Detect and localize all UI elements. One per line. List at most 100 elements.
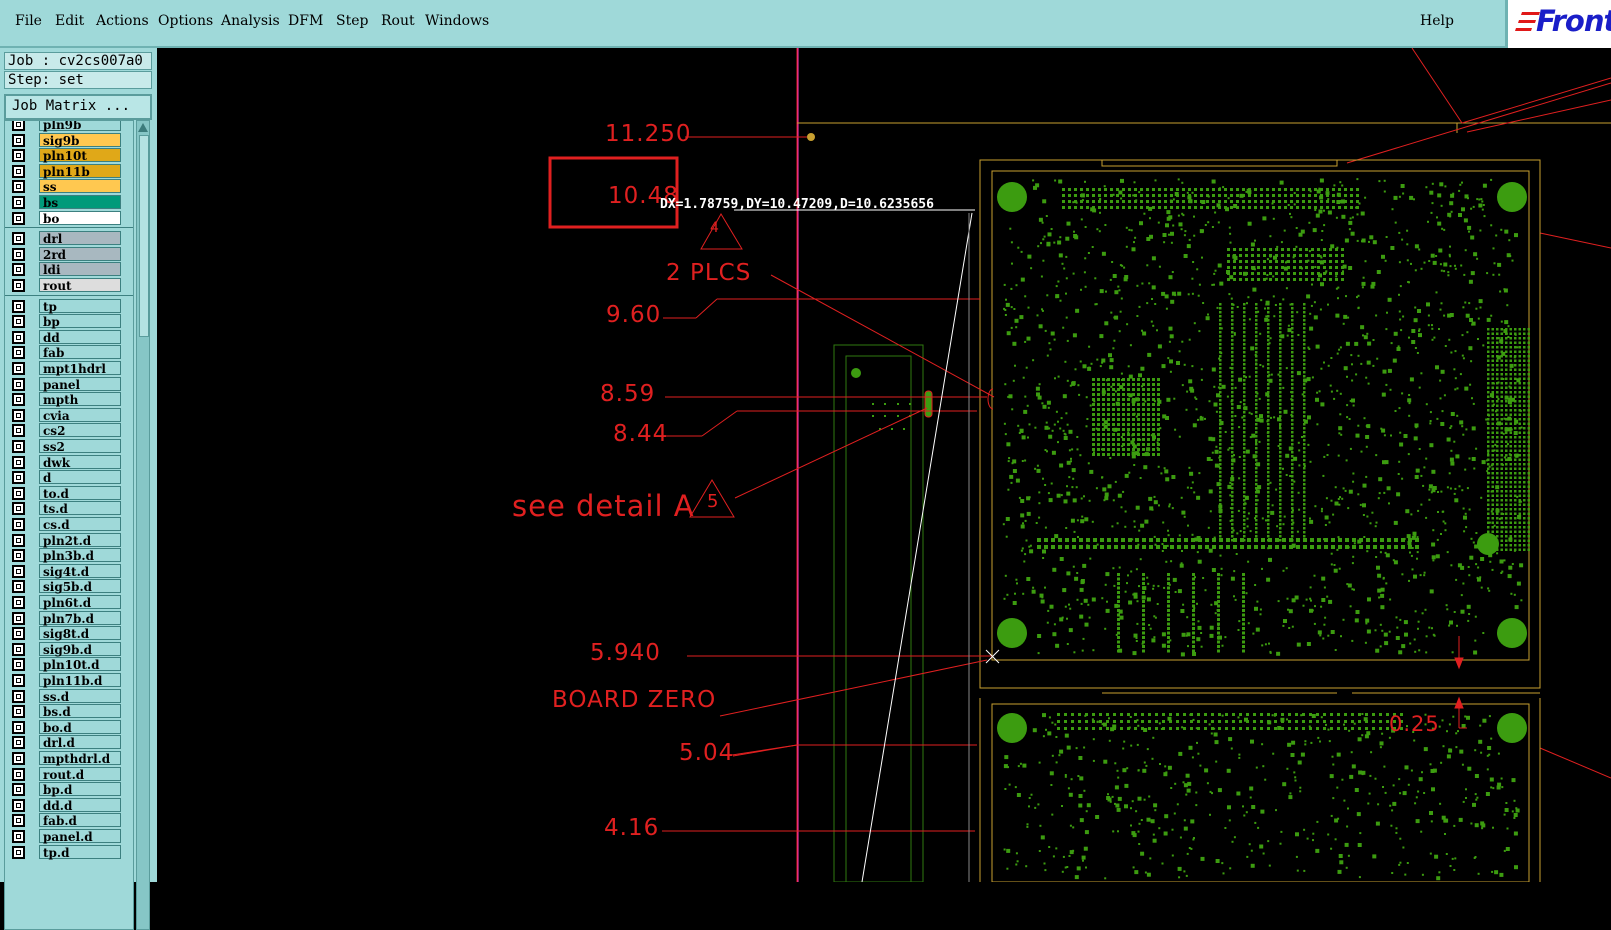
layer-checkbox[interactable] <box>12 502 25 516</box>
layer-name[interactable]: pln7b.d <box>39 610 121 626</box>
layer-row-rout[interactable]: rout <box>5 278 133 293</box>
layer-row-pln2t-d[interactable]: pln2t.d <box>5 532 133 548</box>
layer-name[interactable]: ss <box>39 179 121 194</box>
layer-row-sig9b-d[interactable]: sig9b.d <box>5 641 133 657</box>
layer-name[interactable]: bs <box>39 195 121 210</box>
layer-row-pln10t-d[interactable]: pln10t.d <box>5 657 133 672</box>
graphics-canvas[interactable]: 11.250 10.48 4 2 PLCS 9.60 8.59 8.44 see… <box>157 48 1611 882</box>
layer-checkbox[interactable] <box>12 533 25 547</box>
layer-name[interactable]: ts.d <box>39 501 121 516</box>
layer-row-ss-d[interactable]: ss.d <box>5 688 133 704</box>
menu-analysis[interactable]: Analysis <box>221 13 280 29</box>
layer-row-sig9b[interactable]: sig9b <box>5 132 133 148</box>
layer-name[interactable]: pln11b <box>39 163 121 179</box>
layer-checkbox[interactable] <box>12 279 25 292</box>
layer-name[interactable]: cs.d <box>39 517 121 532</box>
layer-name[interactable]: pln6t.d <box>39 595 121 610</box>
layer-row-cs-d[interactable]: cs.d <box>5 517 133 532</box>
layer-row-ts-d[interactable]: ts.d <box>5 501 133 516</box>
layer-checkbox[interactable] <box>12 580 25 594</box>
layer-checkbox[interactable] <box>12 315 25 329</box>
layer-row-fab-d[interactable]: fab.d <box>5 813 133 828</box>
layer-row-drl[interactable]: drl <box>5 231 133 246</box>
layer-name[interactable]: bo <box>39 210 121 226</box>
layer-checkbox[interactable] <box>12 549 25 563</box>
layer-row-bs-d[interactable]: bs.d <box>5 704 133 719</box>
layer-name[interactable]: pln9b <box>39 121 121 132</box>
layer-checkbox[interactable] <box>12 393 25 407</box>
layer-checkbox[interactable] <box>12 674 25 687</box>
layer-checkbox[interactable] <box>12 689 25 703</box>
layer-row-mpt1hdrl[interactable]: mpt1hdrl <box>5 361 133 376</box>
scroll-thumb[interactable] <box>139 135 149 337</box>
layer-checkbox[interactable] <box>12 642 25 656</box>
layer-checkbox[interactable] <box>12 627 25 641</box>
layer-name[interactable]: rout <box>39 278 121 293</box>
layer-checkbox[interactable] <box>12 330 25 344</box>
layer-name[interactable]: fab.d <box>39 813 121 828</box>
layer-row-pln9b[interactable]: pln9b <box>5 121 133 132</box>
layer-row-pln11b-d[interactable]: pln11b.d <box>5 673 133 688</box>
layer-name[interactable]: mpth <box>39 392 121 407</box>
menu-help[interactable]: Help <box>1420 13 1454 29</box>
layer-row-cs2[interactable]: cs2 <box>5 423 133 438</box>
menu-windows[interactable]: Windows <box>425 13 489 29</box>
menu-file[interactable]: File <box>15 13 42 29</box>
layer-checkbox[interactable] <box>12 180 25 194</box>
layer-name[interactable]: sig9b <box>39 132 121 148</box>
layer-checkbox[interactable] <box>12 263 25 277</box>
layer-checkbox[interactable] <box>12 564 25 578</box>
layer-checkbox[interactable] <box>12 247 25 261</box>
layer-name[interactable]: ldi <box>39 262 121 277</box>
layer-row-tp[interactable]: tp <box>5 298 133 314</box>
layer-checkbox[interactable] <box>12 164 25 178</box>
layer-checkbox[interactable] <box>12 211 25 225</box>
layer-name[interactable]: drl.d <box>39 735 121 750</box>
menu-rout[interactable]: Rout <box>381 13 415 29</box>
layer-checkbox[interactable] <box>12 705 25 719</box>
layer-checkbox[interactable] <box>12 424 25 438</box>
layer-row-drl-d[interactable]: drl.d <box>5 735 133 750</box>
layer-name[interactable]: pln2t.d <box>39 532 121 548</box>
layer-checkbox[interactable] <box>12 783 25 797</box>
layer-row-rout-d[interactable]: rout.d <box>5 766 133 782</box>
layer-row-pln6t-d[interactable]: pln6t.d <box>5 595 133 610</box>
layer-row-panel-d[interactable]: panel.d <box>5 829 133 844</box>
layer-checkbox[interactable] <box>12 440 25 453</box>
layer-name[interactable]: tp.d <box>39 844 121 860</box>
layer-checkbox[interactable] <box>12 736 25 750</box>
layer-checkbox[interactable] <box>12 518 25 531</box>
layer-checkbox[interactable] <box>12 362 25 375</box>
menu-actions[interactable]: Actions <box>96 13 149 29</box>
layer-name[interactable]: bp <box>39 314 121 329</box>
menu-options[interactable]: Options <box>158 13 213 29</box>
layer-scrollbar[interactable] <box>136 120 150 930</box>
layer-checkbox[interactable] <box>12 830 25 843</box>
layer-name[interactable]: 2rd <box>39 246 121 262</box>
layer-row-2rd[interactable]: 2rd <box>5 246 133 262</box>
layer-name[interactable]: sig9b.d <box>39 641 121 657</box>
layer-checkbox[interactable] <box>12 814 25 828</box>
layer-row-ldi[interactable]: ldi <box>5 262 133 277</box>
layer-name[interactable]: rout.d <box>39 766 121 782</box>
layer-checkbox[interactable] <box>12 121 25 131</box>
layer-name[interactable]: sig5b.d <box>39 579 121 594</box>
layer-name[interactable]: fab <box>39 345 121 360</box>
layer-checkbox[interactable] <box>12 232 25 246</box>
layer-checkbox[interactable] <box>12 133 25 147</box>
layer-name[interactable]: drl <box>39 231 121 246</box>
layer-name[interactable]: sig4t.d <box>39 563 121 579</box>
layer-row-sig4t-d[interactable]: sig4t.d <box>5 563 133 579</box>
layer-row-cvia[interactable]: cvia <box>5 407 133 423</box>
layer-checkbox[interactable] <box>12 845 25 859</box>
layer-name[interactable]: bp.d <box>39 782 121 797</box>
layer-checkbox[interactable] <box>12 486 25 500</box>
layer-name[interactable]: pln11b.d <box>39 673 121 688</box>
layer-row-ss2[interactable]: ss2 <box>5 439 133 454</box>
layer-name[interactable]: dwk <box>39 454 121 470</box>
layer-name[interactable]: to.d <box>39 485 121 501</box>
layer-name[interactable]: mpt1hdrl <box>39 361 121 376</box>
layer-checkbox[interactable] <box>12 798 25 812</box>
layer-name[interactable]: dd <box>39 329 121 345</box>
menu-dfm[interactable]: DFM <box>288 13 323 29</box>
